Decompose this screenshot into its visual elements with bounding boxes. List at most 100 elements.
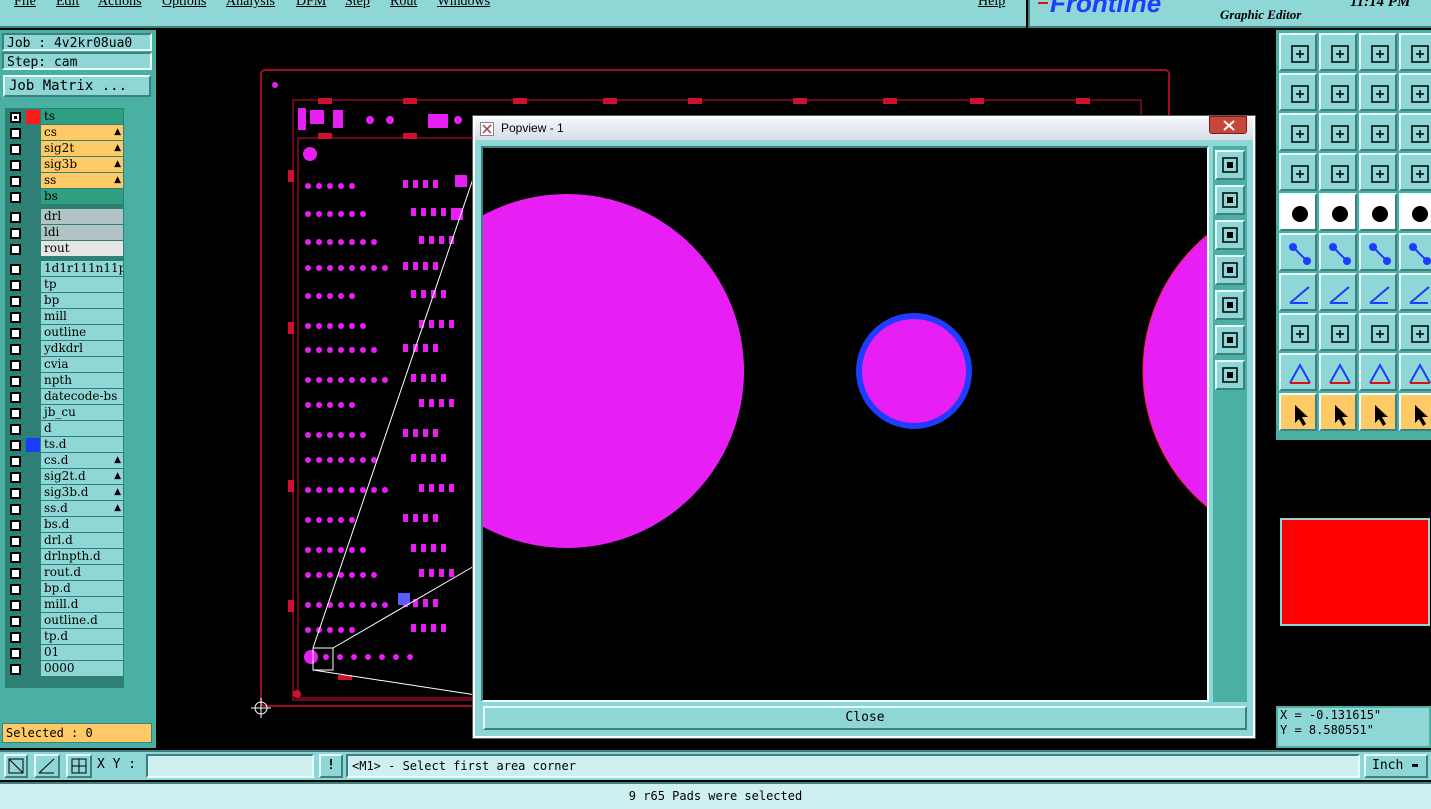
layer-row[interactable]: tp [5,277,124,293]
layer-checkbox[interactable] [10,264,21,275]
layer-name[interactable]: jb_cu [41,405,123,420]
layer-row[interactable]: bs.d [5,517,124,533]
text-button[interactable] [1399,273,1431,311]
snap-b-button[interactable] [1399,153,1431,191]
layer-name[interactable]: ts [41,109,123,124]
layer-row[interactable]: outline [5,325,124,341]
layer-checkbox[interactable] [10,328,21,339]
layer-name[interactable]: mill.d [41,597,123,612]
layer-color-swatch[interactable] [26,502,40,516]
layer-name[interactable]: bp [41,293,123,308]
layer-checkbox[interactable] [10,584,21,595]
layer-name[interactable]: npth [41,373,123,388]
layer-name[interactable]: bs [41,189,123,204]
zoom-center-button[interactable] [1319,113,1357,151]
popview-zoom-home-button[interactable] [1215,150,1245,180]
popview-close-button[interactable]: Close [483,706,1247,730]
connect-button[interactable] [1279,233,1317,271]
move-point-button[interactable] [1359,233,1397,271]
layer-color-swatch[interactable] [26,310,40,324]
layer-name[interactable]: rout [41,241,123,256]
undo-view-button[interactable] [1359,73,1397,111]
layer-row[interactable]: drlnpth.d [5,549,124,565]
layer-checkbox[interactable] [10,176,21,187]
xy-input[interactable] [146,754,314,778]
measure-button[interactable] [34,754,60,778]
layer-checkbox[interactable] [10,648,21,659]
zoom-window-button[interactable] [4,754,28,778]
layer-name[interactable]: outline.d [41,613,123,628]
layer-name[interactable]: 0000 [41,661,123,676]
select-box-button[interactable] [1319,393,1357,431]
pad-select-button[interactable] [1279,313,1317,351]
zoom-box-button[interactable] [1399,33,1431,71]
layer-name[interactable]: cs ▲ [41,125,123,140]
layer-row[interactable]: sig2t.d ▲ [5,469,124,485]
layer-row[interactable]: rout [5,241,124,257]
angle-button[interactable] [1279,273,1317,311]
layer-name[interactable]: tp [41,277,123,292]
layer-color-swatch[interactable] [26,630,40,644]
menu-step[interactable]: Step [345,0,370,10]
layer-checkbox[interactable] [10,632,21,643]
layer-name[interactable]: tp.d [41,629,123,644]
units-select[interactable]: Inch ▬ [1364,754,1428,778]
layer-checkbox[interactable] [10,212,21,223]
popview-pan-down-button[interactable] [1215,220,1245,250]
pad-button[interactable] [1279,193,1317,231]
layer-checkbox[interactable] [10,344,21,355]
layer-color-swatch[interactable] [26,110,40,124]
layer-color-swatch[interactable] [26,210,40,224]
layer-row[interactable]: ydkdrl [5,341,124,357]
layer-row[interactable]: mill [5,309,124,325]
line-button[interactable] [1319,313,1357,351]
menu-options[interactable]: Options [162,0,206,10]
layer-row[interactable]: tp.d [5,629,124,645]
arc-d-button[interactable] [1399,353,1431,391]
layer-row[interactable]: sig2t ▲ [5,141,124,157]
layer-name[interactable]: mill [41,309,123,324]
layer-color-swatch[interactable] [26,422,40,436]
layer-checkbox[interactable] [10,280,21,291]
layer-checkbox[interactable] [10,296,21,307]
menu-windows[interactable]: Windows [437,0,490,10]
layer-name[interactable]: ts.d [41,437,123,452]
layer-color-swatch[interactable] [26,438,40,452]
layer-name[interactable]: drl.d [41,533,123,548]
layer-color-swatch[interactable] [26,390,40,404]
layer-row[interactable]: npth [5,373,124,389]
layer-checkbox[interactable] [10,520,21,531]
dimension-button[interactable] [1359,313,1397,351]
layer-name[interactable]: 1d1r111n11p [41,261,123,276]
layer-checkbox[interactable] [10,392,21,403]
layer-name[interactable]: d [41,421,123,436]
layer-checkbox[interactable] [10,472,21,483]
layer-row[interactable]: drl.d [5,533,124,549]
shapes-button[interactable] [1399,313,1431,351]
layer-name[interactable]: 01 [41,645,123,660]
layer-name[interactable]: bs.d [41,517,123,532]
features-button[interactable] [1279,153,1317,191]
page-up-button[interactable] [1279,33,1317,71]
page-down-button[interactable] [1319,33,1357,71]
layer-row[interactable]: sig3b.d ▲ [5,485,124,501]
layer-color-swatch[interactable] [26,226,40,240]
layer-name[interactable]: sig3b.d ▲ [41,485,123,500]
popview-canvas[interactable] [481,146,1209,702]
layer-checkbox[interactable] [10,424,21,435]
layer-name[interactable]: rout.d [41,565,123,580]
popview-pan-up-button[interactable] [1215,185,1245,215]
layer-color-swatch[interactable] [26,358,40,372]
layer-row[interactable]: ts [5,109,124,125]
layer-checkbox[interactable] [10,228,21,239]
layer-name[interactable]: drlnpth.d [41,549,123,564]
arc-b-button[interactable] [1319,353,1357,391]
layer-color-swatch[interactable] [26,454,40,468]
layer-checkbox[interactable] [10,552,21,563]
layer-row[interactable]: cvia [5,357,124,373]
layer-color-swatch[interactable] [26,662,40,676]
layer-color-swatch[interactable] [26,646,40,660]
menu-file[interactable]: File [14,0,36,10]
redo-view-button[interactable] [1399,73,1431,111]
layer-checkbox[interactable] [10,456,21,467]
